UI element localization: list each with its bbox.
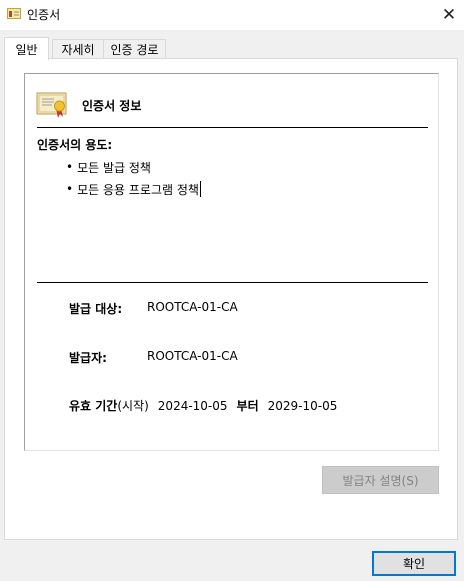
tab-label: 인증 경로: [110, 43, 159, 57]
divider: [37, 127, 428, 128]
validity-row: 유효 기간 (시작) 2024-10-05 부터 2029-10-05: [69, 397, 337, 414]
divider: [37, 282, 428, 283]
list-item: 모든 응용 프로그램 정책: [66, 178, 201, 200]
purposes-list: 모든 발급 정책 모든 응용 프로그램 정책: [66, 156, 201, 200]
validity-start-label: (시작): [117, 399, 149, 413]
text-caret: [199, 181, 201, 197]
tab-details[interactable]: 자세히: [52, 39, 104, 59]
window-title: 인증서: [27, 8, 61, 22]
certificate-icon: [7, 8, 21, 19]
title-bar: 인증서 ✕: [0, 0, 464, 30]
valid-from: 2024-10-05: [157, 398, 228, 413]
close-icon: ✕: [441, 5, 457, 25]
tab-certification-path[interactable]: 인증 경로: [103, 39, 166, 59]
info-title: 인증서 정보: [82, 99, 142, 113]
ok-button[interactable]: 확인: [372, 551, 456, 576]
close-button[interactable]: ✕: [434, 0, 464, 30]
issued-by-label: 발급자:: [69, 351, 107, 365]
tab-label: 일반: [15, 42, 38, 57]
validity-label: 유효 기간: [69, 399, 118, 413]
certificate-info-box: 인증서 정보 인증서의 용도: 모든 발급 정책 모든 응용 프로그램 정책 발…: [24, 73, 439, 451]
issued-to-label: 발급 대상:: [69, 302, 123, 316]
tab-label: 자세히: [61, 43, 95, 57]
certificate-ribbon-icon: [36, 92, 67, 118]
valid-to: 2029-10-05: [267, 398, 338, 413]
issued-to-value: ROOTCA-01-CA: [147, 300, 238, 314]
purposes-label: 인증서의 용도:: [37, 138, 113, 152]
issuer-statement-button[interactable]: 발급자 설명(S): [322, 466, 439, 494]
tab-general[interactable]: 일반: [4, 37, 49, 60]
list-item: 모든 발급 정책: [66, 156, 201, 178]
issued-by-value: ROOTCA-01-CA: [147, 349, 238, 363]
validity-to-label: 부터: [236, 399, 259, 413]
